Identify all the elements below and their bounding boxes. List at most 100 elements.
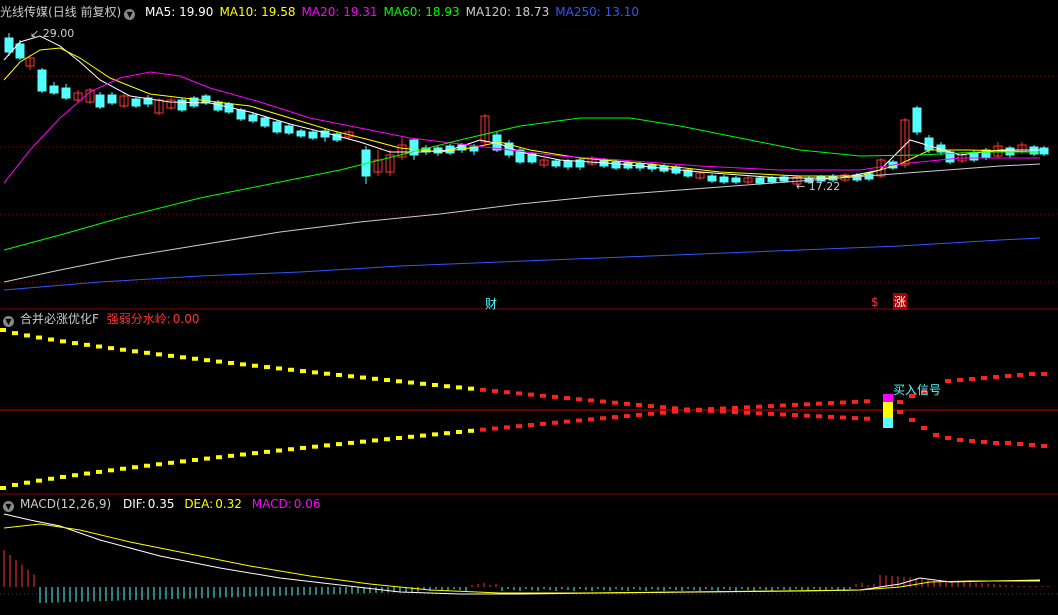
indicator-lower-dot [528,423,534,428]
ma-legend: MA5: 19.90 MA10: 19.58 MA20: 19.31 MA60: 18… [145,5,645,19]
candle-body [272,121,282,133]
indicator-lower-dot [564,419,570,424]
indicator-lower-dot [264,449,270,454]
indicator-upper-dot [144,350,150,355]
candle-body [248,114,258,122]
candle-body [767,177,777,183]
candle-body [201,95,211,104]
buy-signal-block [883,402,893,418]
indicator-upper-dot [981,376,987,380]
indicator-upper-dot [36,335,42,340]
indicator-lower-dot [72,473,78,478]
indicator-lower-dot [600,416,606,421]
indicator-lower-dot [768,411,774,416]
candle-body [1039,147,1049,155]
indicator-upper-dot [816,401,822,406]
indicator-upper-dot [396,379,402,384]
indicator-lower-dot [24,480,30,485]
candle-body [563,160,573,168]
indicator-line-value: 0.00 [172,312,200,326]
indicator-upper-dot [588,398,594,403]
indicator-upper-dot [240,362,246,367]
macd-value: 0.06 [293,497,321,511]
high-price-value: 29.00 [42,27,75,40]
indicator-lower-dot [12,482,18,487]
macd-dropdown-icon[interactable]: ▼ [3,501,14,512]
indicator-lower-dot [336,442,342,447]
macd-name: MACD(12,26,9) [20,497,112,511]
indicator-lower-dot [396,435,402,440]
low-price-value: 17.22 [808,180,841,193]
indicator-upper-dot [324,371,330,376]
indicator-upper-dot [264,365,270,370]
indicator-lower-dot [624,414,630,419]
indicator-lower-dot [324,443,330,448]
candle-body [37,69,47,92]
stock-title: 光线传媒 [0,5,49,19]
indicator-lower-dot [360,439,366,444]
finance-marker[interactable]: 财 [485,295,497,312]
macd-header: ▼ MACD(12,26,9) DIF: 0.35 DEA: 0.32 MACD: 0.… [0,496,326,512]
indicator-upper-dot [1029,372,1035,376]
indicator-lower-dot [732,410,738,415]
dollar-marker[interactable]: $ [871,295,879,309]
indicator-lower-dot [1029,443,1035,447]
candle-body [551,160,561,167]
indicator-lower-dot [300,445,306,450]
indicator-lower-dot [492,426,498,431]
indicator-upper-dot [228,360,234,365]
indicator-lower-dot [84,471,90,476]
candle-body [107,94,117,104]
indicator-lower-dot [36,478,42,483]
indicator-lower-dot [588,417,594,422]
settings-dropdown-icon[interactable]: ▼ [124,9,136,20]
indicator-upper-dot [648,404,654,409]
indicator-lower-dot [756,411,762,416]
indicator-upper-dot [192,356,198,361]
indicator-upper-dot [660,405,666,410]
indicator-lower-dot [384,437,390,442]
indicator-lower-dot [840,415,846,420]
indicator-lower-dot [993,441,999,445]
indicator-dropdown-icon[interactable]: ▼ [3,316,14,327]
indicator-lower-dot [96,469,102,474]
indicator-upper-dot [1005,374,1011,378]
dea-line [3,523,1040,594]
indicator-lower-dot [132,465,138,470]
indicator-upper-dot [732,405,738,410]
candle-body [409,139,419,156]
indicator-lower-dot [1005,441,1011,445]
ma20-line [3,71,1040,184]
indicator-upper-dot [540,393,546,398]
indicator-lower-dot [636,412,642,417]
ma120-line [3,163,1041,283]
indicator-upper-dot [993,375,999,379]
indicator-upper-dot [744,405,750,410]
ma-legend-item: MA120: 18.73 [465,5,550,19]
candle-body [260,117,270,127]
indicator-lower-dot [969,439,975,443]
indicator-lower-dot [252,451,258,456]
indicator-upper-dot [468,386,474,391]
indicator-line-label: 强弱分水岭: [106,312,171,326]
candle-body [731,177,741,183]
candle-body [4,37,14,53]
indicator-lower-dot [780,412,786,417]
indicator-lower-dot [288,447,294,452]
indicator-name: 合并必涨优化F [20,312,99,326]
high-price-label: ↙ 29.00 [30,27,75,40]
indicator-lower-dot [480,427,486,432]
candle-body [49,85,59,94]
indicator-upper-dot [348,374,354,379]
indicator-upper-dot [108,346,114,351]
indicator-header: ▼ 合并必涨优化F 强弱分水岭: 0.00 [0,311,206,327]
indicator-upper-dot [1017,373,1023,377]
indicator-lower-dot [744,410,750,415]
indicator-lower-dot [204,456,210,461]
dif-value: 0.35 [147,497,175,511]
rise-marker[interactable]: 涨 [893,293,908,310]
candle-body [755,177,765,184]
indicator-lower-dot [696,408,702,413]
indicator-upper-dot [792,402,798,407]
candle-body [95,94,105,108]
